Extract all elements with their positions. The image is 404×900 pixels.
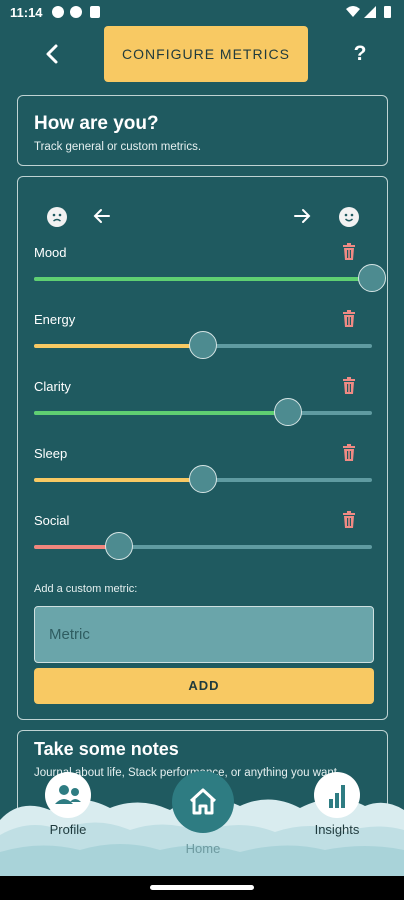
slider-thumb[interactable] <box>104 532 133 560</box>
back-button[interactable] <box>40 40 66 68</box>
trash-icon[interactable] <box>342 310 356 328</box>
slider-thumb[interactable] <box>189 465 217 493</box>
profile-icon <box>45 772 91 818</box>
notification-a-icon <box>52 6 64 18</box>
scale-left-arrow-icon <box>92 203 112 236</box>
status-bar: 11:14 <box>0 0 404 26</box>
metric-slider[interactable] <box>34 264 386 292</box>
header: CONFIGURE METRICS ? <box>0 26 404 84</box>
trash-icon[interactable] <box>342 243 356 261</box>
system-nav-bar <box>0 876 404 900</box>
custom-metric-input[interactable] <box>34 606 374 663</box>
metric-slider[interactable] <box>34 532 372 560</box>
nav-profile-label: Profile <box>49 822 87 837</box>
status-icons <box>346 6 391 18</box>
signal-icon <box>364 6 376 18</box>
help-button[interactable]: ? <box>348 40 372 68</box>
intro-title: How are you? <box>34 113 159 134</box>
slider-fill <box>34 344 203 348</box>
nav-home-label: Home <box>185 841 221 856</box>
sad-face-icon <box>47 207 67 227</box>
metric-label: Clarity <box>34 379 71 394</box>
intro-subtitle: Track general or custom metrics. <box>34 141 202 153</box>
home-gesture-pill[interactable] <box>150 885 254 890</box>
arrow-left-icon <box>46 44 58 64</box>
custom-metric-label: Add a custom metric: <box>34 583 138 595</box>
slider-thumb[interactable] <box>358 264 386 292</box>
notes-title: Take some notes <box>34 739 179 759</box>
metric-label: Mood <box>34 245 67 260</box>
nav-profile[interactable]: Profile <box>40 772 96 837</box>
nav-insights-label: Insights <box>314 822 360 837</box>
trash-icon[interactable] <box>342 444 356 462</box>
metric-label: Energy <box>34 312 76 327</box>
metric-slider[interactable] <box>34 331 372 359</box>
configure-metrics-button[interactable]: CONFIGURE METRICS <box>104 26 308 82</box>
scale-right-arrow-icon <box>292 203 312 236</box>
slider-fill <box>34 478 203 482</box>
metric-label: Social <box>34 513 70 528</box>
intro-card: How are you? Track general or custom met… <box>17 95 388 166</box>
metric-label: Sleep <box>34 446 68 461</box>
battery-icon <box>384 6 391 18</box>
metric-slider[interactable] <box>34 465 372 493</box>
wifi-icon <box>346 6 360 17</box>
nav-home[interactable]: Home <box>171 771 235 856</box>
add-metric-button[interactable]: ADD <box>34 668 374 704</box>
bar-chart-icon <box>314 772 360 818</box>
trash-icon[interactable] <box>342 511 356 529</box>
slider-fill <box>34 277 372 281</box>
sd-card-icon <box>90 6 100 18</box>
slider-thumb[interactable] <box>189 331 217 359</box>
slider-thumb[interactable] <box>273 398 302 426</box>
nav-insights[interactable]: Insights <box>309 772 365 837</box>
notification-globe-icon <box>70 6 82 18</box>
trash-icon[interactable] <box>342 377 356 395</box>
slider-fill <box>34 411 288 415</box>
home-icon <box>172 771 234 833</box>
metrics-card: Mood Energy Clarity Sleep Social Add a custo… <box>17 176 388 720</box>
happy-face-icon <box>339 207 359 227</box>
status-time: 11:14 <box>10 5 43 20</box>
metric-slider[interactable] <box>34 398 372 426</box>
